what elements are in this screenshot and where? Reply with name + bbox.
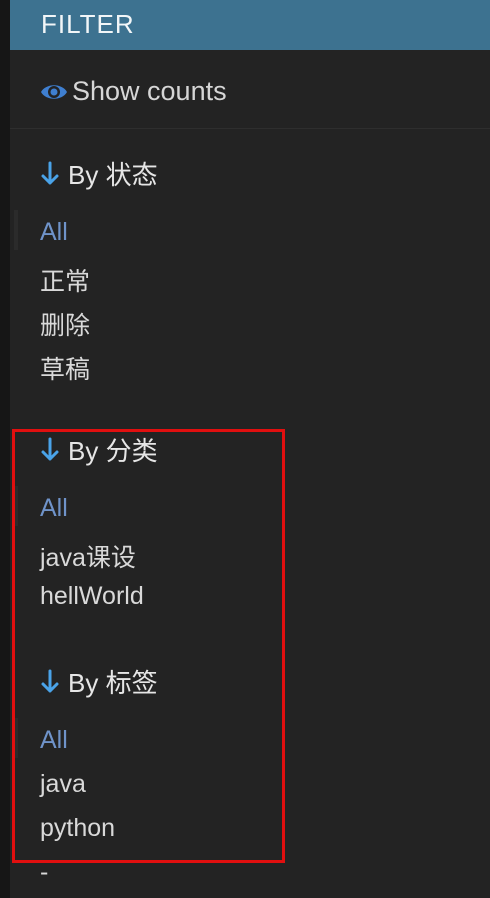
filter-item-normal[interactable]: 正常 xyxy=(40,262,90,298)
show-counts-toggle[interactable]: Show counts xyxy=(10,64,490,129)
filter-item-deleted[interactable]: 删除 xyxy=(40,306,90,342)
filter-header: FILTER xyxy=(10,0,490,50)
filter-item-all[interactable]: All xyxy=(40,218,68,247)
filter-panel: FILTER Show counts By 状态 All 正常 删除 草稿 By… xyxy=(0,0,490,898)
header-title: FILTER xyxy=(41,9,135,39)
eye-icon xyxy=(41,85,67,99)
show-counts-label: Show counts xyxy=(72,76,227,106)
highlight-annotation-box xyxy=(12,429,285,863)
filter-item-draft[interactable]: 草稿 xyxy=(40,350,90,386)
active-item-marker xyxy=(14,210,18,250)
left-gutter xyxy=(0,0,10,898)
section-heading-status[interactable]: By 状态 xyxy=(40,155,158,191)
arrow-down-icon xyxy=(41,161,59,185)
section-heading-label: By 状态 xyxy=(68,160,158,190)
